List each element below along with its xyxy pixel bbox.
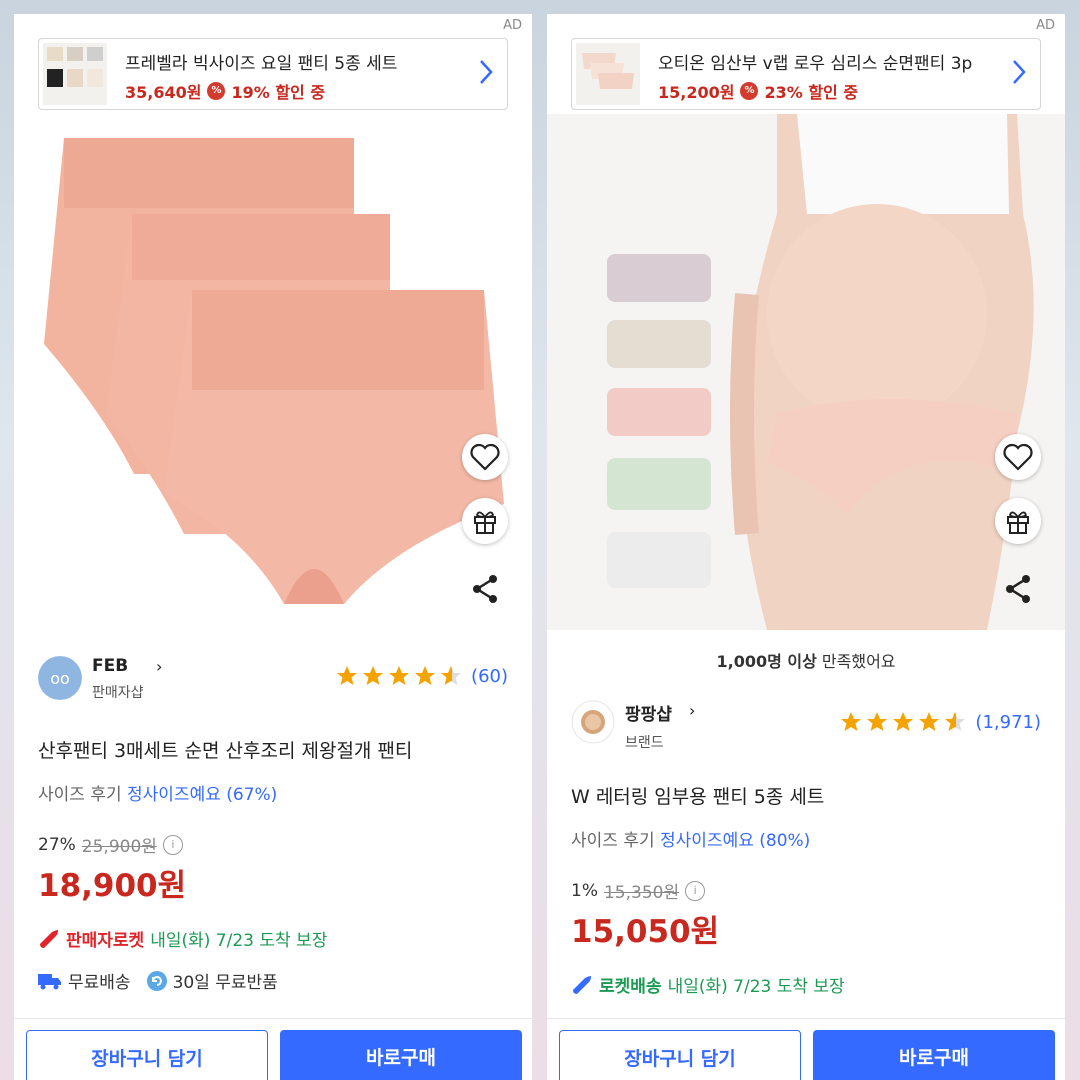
satisfaction-text: 1,000명 이상 만족했어요 <box>547 648 1065 672</box>
info-icon[interactable]: i <box>685 880 706 901</box>
seller-logo: oo <box>38 656 82 700</box>
gift-icon[interactable] <box>462 498 508 544</box>
wishlist-heart-icon[interactable] <box>995 434 1041 480</box>
delivery-eta: 내일(화) 7/23 도착 보장 <box>667 977 845 997</box>
seller-row[interactable]: oo FEB › 판매자샵 (60) <box>38 656 508 706</box>
size-review-value: 정사이즈예요 (67%) <box>127 785 278 805</box>
buy-now-button[interactable]: 바로구매 <box>280 1030 522 1080</box>
ad-tag: AD <box>1036 18 1055 33</box>
ad-tag: AD <box>503 18 522 33</box>
size-review[interactable]: 사이즈 후기 정사이즈예요 (80%) <box>571 826 810 851</box>
ad-banner[interactable]: 오티온 임산부 v랩 로우 심리스 순면팬티 3p 15,200원 % 23% … <box>571 38 1041 110</box>
seller-name: 팡팡샵 <box>625 705 672 725</box>
percent-badge-icon: % <box>207 82 226 100</box>
size-review-value: 정사이즈예요 (80%) <box>660 831 811 851</box>
star-icon <box>867 712 888 731</box>
product-title: 산후팬티 3매세트 순면 산후조리 제왕절개 팬티 <box>38 740 413 762</box>
free-shipping: 무료배송 <box>68 973 131 993</box>
gift-icon[interactable] <box>995 498 1041 544</box>
ad-thumbnail <box>576 43 640 105</box>
buy-now-button[interactable]: 바로구매 <box>813 1030 1055 1080</box>
seller-type: 브랜드 <box>625 735 664 751</box>
delivery-row: 판매자로켓 내일(화) 7/23 도착 보장 <box>38 926 327 951</box>
seller-logo <box>571 700 615 744</box>
half-star-icon <box>945 712 966 731</box>
star-icon <box>893 712 914 731</box>
star-icon <box>337 666 358 685</box>
info-icon[interactable]: i <box>162 834 183 855</box>
shipping-row: 무료배송 30일 무료반품 <box>38 968 278 993</box>
star-icon <box>389 666 410 685</box>
star-icon <box>363 666 384 685</box>
rocket-icon <box>573 975 591 994</box>
ad-price-row: 15,200원 % 23% 할인 중 <box>658 79 858 103</box>
discount-row: 27% 25,900원 i <box>38 832 183 857</box>
divider <box>547 1018 1065 1019</box>
add-to-cart-button[interactable]: 장바구니 담기 <box>559 1030 801 1080</box>
wishlist-heart-icon[interactable] <box>462 434 508 480</box>
delivery-eta: 내일(화) 7/23 도착 보장 <box>150 931 328 951</box>
return-icon <box>146 970 167 991</box>
rocket-delivery-badge: 로켓배송 <box>599 977 662 997</box>
original-price: 25,900원 <box>81 837 157 857</box>
sale-price: 15,050원 <box>571 914 720 950</box>
star-icon <box>919 712 940 731</box>
product-image[interactable] <box>547 114 1065 630</box>
add-to-cart-button[interactable]: 장바구니 담기 <box>26 1030 268 1080</box>
percent-badge-icon: % <box>740 82 759 100</box>
seller-rocket-badge: 판매자로켓 <box>66 931 145 951</box>
rating[interactable]: (1,971) <box>839 710 1041 734</box>
chevron-right-icon <box>1013 60 1026 84</box>
seller-chevron-icon: › <box>156 657 163 676</box>
share-icon[interactable] <box>462 566 508 612</box>
half-star-icon <box>441 666 462 685</box>
product-panel-right: AD 오티온 임산부 v랩 로우 심리스 순면팬티 3p 15,200원 % 2… <box>547 14 1065 1080</box>
product-panel-left: AD 프레벨라 빅사이즈 요일 팬티 5종 세트 35,640원 % 19% 할… <box>14 14 532 1080</box>
seller-name: FEB <box>92 656 129 676</box>
truck-icon <box>38 973 61 989</box>
discount-rate: 27% <box>38 834 76 855</box>
delivery-row: 로켓배송 내일(화) 7/23 도착 보장 <box>571 972 845 997</box>
seller-chevron-icon: › <box>689 701 696 720</box>
size-review-label: 사이즈 후기 <box>38 785 122 805</box>
ad-title: 오티온 임산부 v랩 로우 심리스 순면팬티 3p <box>658 54 973 74</box>
review-count: (1,971) <box>975 711 1041 733</box>
size-review-label: 사이즈 후기 <box>571 831 655 851</box>
ad-thumbnail <box>43 43 107 105</box>
product-title: W 레터링 임부용 팬티 5종 세트 <box>571 786 825 808</box>
rating[interactable]: (60) <box>335 664 508 688</box>
share-icon[interactable] <box>995 566 1041 612</box>
original-price: 15,350원 <box>603 883 680 903</box>
satisfaction-count: 1,000명 이상 <box>716 652 817 671</box>
discount-row: 1% 15,350원 i <box>571 878 706 903</box>
sale-price: 18,900원 <box>38 868 187 904</box>
ad-price: 15,200원 <box>658 83 735 102</box>
star-icon <box>841 712 862 731</box>
star-icon <box>415 666 436 685</box>
satisfaction-label: 만족했어요 <box>816 652 896 671</box>
free-return: 30일 무료반품 <box>172 973 278 993</box>
product-image[interactable] <box>14 114 532 614</box>
ad-discount: 19% 할인 중 <box>231 83 326 102</box>
ad-price-row: 35,640원 % 19% 할인 중 <box>125 79 325 103</box>
ad-discount: 23% 할인 중 <box>764 83 859 102</box>
seller-row[interactable]: 팡팡샵 › 브랜드 (1,971) <box>571 700 1041 751</box>
ad-banner[interactable]: 프레벨라 빅사이즈 요일 팬티 5종 세트 35,640원 % 19% 할인 중 <box>38 38 508 110</box>
rocket-icon <box>40 929 58 948</box>
chevron-right-icon <box>480 60 493 84</box>
svg-text:oo: oo <box>50 669 70 688</box>
ad-price: 35,640원 <box>125 83 202 102</box>
size-review[interactable]: 사이즈 후기 정사이즈예요 (67%) <box>38 780 277 805</box>
review-count: (60) <box>471 665 508 687</box>
discount-rate: 1% <box>571 880 598 901</box>
divider <box>14 1018 532 1019</box>
ad-title: 프레벨라 빅사이즈 요일 팬티 5종 세트 <box>125 54 398 74</box>
seller-type: 판매자샵 <box>92 685 144 701</box>
